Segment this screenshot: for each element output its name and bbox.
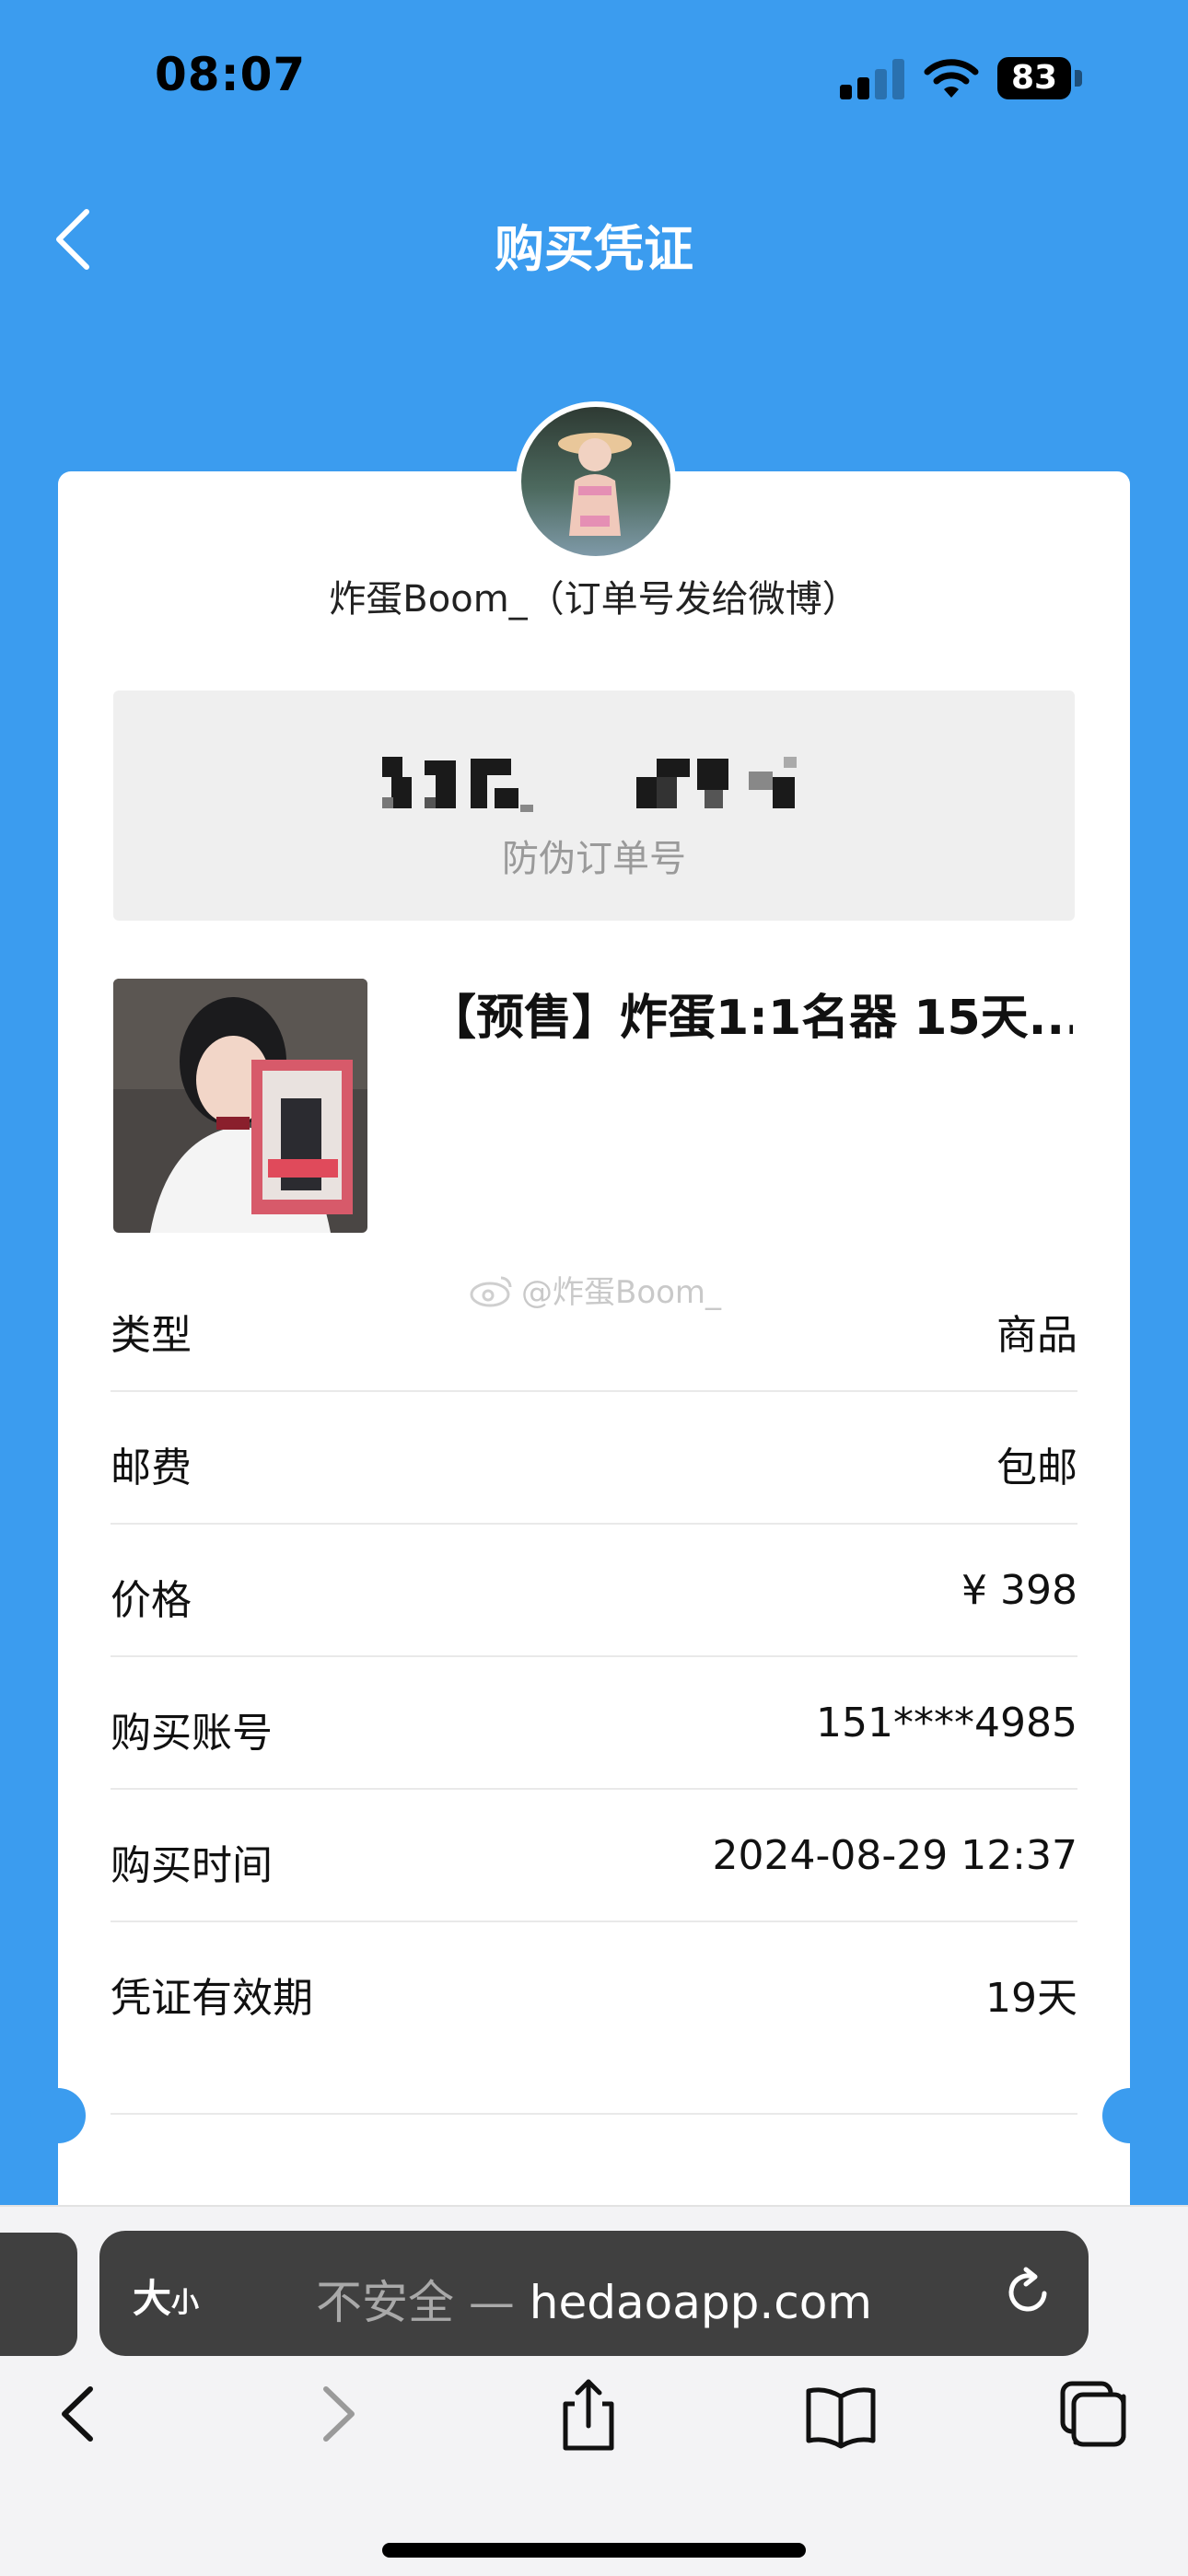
detail-label: 类型 [111,1312,192,1359]
bookmarks-icon[interactable] [799,2373,882,2455]
detail-value: 2024-08-29 12:37 [712,1832,1078,1879]
detail-row-validity: 凭证有效期 19天 [111,1920,1077,2053]
ticket-notch-left [30,2088,86,2143]
order-number-censored [113,751,1075,819]
tabs-icon[interactable] [1052,2373,1135,2455]
detail-row-type: 类型 商品 [111,1258,1077,1392]
detail-label: 购买时间 [111,1842,273,1889]
product-title[interactable]: 【预售】炸蛋1:1名器 15天... [428,979,1073,1048]
url-text[interactable]: 不安全 — hedaoapp.com [99,2266,1089,2332]
seller-name: 炸蛋Boom_（订单号发给微博） [329,578,859,621]
ticket-notch-right [1102,2088,1158,2143]
cellular-signal-icon [840,59,906,99]
browser-back-icon[interactable] [37,2373,120,2455]
reload-icon[interactable] [1000,2264,1057,2321]
status-bar: 08:07 83 [0,0,1188,157]
detail-value: 151****4985 [816,1700,1077,1746]
previous-tab-preview[interactable] [0,2233,77,2356]
detail-label: 购买账号 [111,1710,273,1757]
order-number-box: 防伪订单号 [113,690,1075,921]
detail-value: 商品 [996,1312,1077,1359]
share-icon[interactable] [547,2373,630,2455]
detail-value: 19天 [985,1975,1077,2022]
detail-label: 凭证有效期 [111,1975,313,2022]
detail-row-purchase-time: 购买时间 2024-08-29 12:37 [111,1788,1077,1922]
seller-avatar [516,401,676,562]
detail-label: 邮费 [111,1445,192,1491]
battery-level: 83 [997,57,1071,99]
detail-row-price: 价格 ¥ 398 [111,1523,1077,1657]
detail-row-account: 购买账号 151****4985 [111,1655,1077,1790]
home-indicator [382,2543,806,2558]
detail-value: 包邮 [996,1445,1077,1491]
order-number-label: 防伪订单号 [502,838,686,880]
detail-label: 价格 [111,1577,192,1624]
ticket-divider [111,2113,1077,2115]
detail-value: ¥ 398 [961,1567,1077,1614]
address-bar[interactable]: 大小 不安全 — hedaoapp.com [99,2231,1089,2356]
status-time: 08:07 [155,48,307,101]
product-image[interactable] [113,979,367,1233]
browser-toolbar: 大小 不安全 — hedaoapp.com [0,2205,1188,2576]
wifi-icon [924,59,979,98]
url-domain: hedaoapp.com [529,2276,872,2329]
browser-forward-icon[interactable] [297,2373,379,2455]
detail-row-shipping: 邮费 包邮 [111,1390,1077,1525]
battery-icon: 83 [997,57,1082,99]
insecure-label: 不安全 — [315,2276,530,2329]
nav-bar: 购买凭证 [0,184,1188,295]
page-title: 购买凭证 [495,220,693,278]
